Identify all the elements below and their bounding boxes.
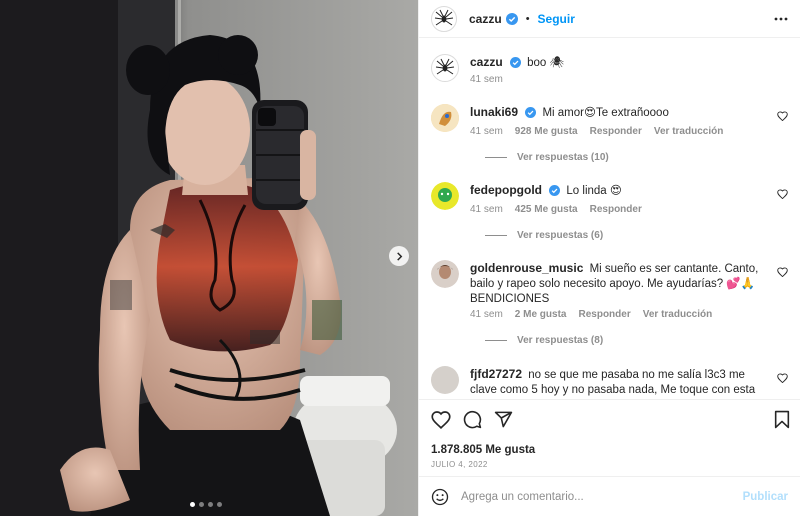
commenter-avatar[interactable] <box>431 260 459 288</box>
comment-item: fjfd27272 no se que me pasaba no me salí… <box>431 364 788 399</box>
view-replies-button[interactable]: Ver respuestas (8) <box>485 335 603 346</box>
reply-button[interactable]: Responder <box>590 126 642 137</box>
comment-time[interactable]: 41 sem <box>470 309 503 320</box>
carousel-indicator <box>190 502 222 507</box>
comment-text: Mi amor😍Te extrañoooo <box>542 107 669 119</box>
comment-input[interactable] <box>461 491 743 503</box>
spider-icon <box>435 58 455 75</box>
commenter-username[interactable]: lunaki69 <box>470 105 518 119</box>
share-icon[interactable] <box>494 410 513 429</box>
follow-button[interactable]: Seguir <box>538 12 575 26</box>
comment-meta: 41 sem 928 Me gusta Responder Ver traduc… <box>470 126 723 137</box>
translate-button[interactable]: Ver traducción <box>654 126 723 137</box>
caption-text-line: cazzu boo 🕷 <box>470 55 760 71</box>
caption: cazzu boo 🕷 41 sem <box>431 54 788 94</box>
avatar-image <box>431 104 459 132</box>
translate-button[interactable]: Ver traducción <box>643 309 712 320</box>
caption-time[interactable]: 41 sem <box>470 74 503 85</box>
commenter-avatar[interactable] <box>431 104 459 132</box>
view-replies-label: Ver respuestas (10) <box>517 152 609 163</box>
avatar-image <box>431 260 459 288</box>
comment-text-line: goldenrouse_music Mi sueño es ser cantan… <box>470 261 760 307</box>
view-replies-label: Ver respuestas (6) <box>517 230 604 241</box>
heart-icon[interactable] <box>777 373 788 383</box>
carousel-dot <box>208 502 213 507</box>
replies-line <box>485 157 507 158</box>
caption-avatar[interactable] <box>431 54 459 82</box>
commenter-username[interactable]: goldenrouse_music <box>470 261 583 275</box>
action-bar <box>429 410 792 434</box>
comment-text-line: lunaki69 Mi amor😍Te extrañoooo <box>470 105 760 121</box>
comment-text: Lo linda 😍 <box>566 185 622 197</box>
comment-likes[interactable]: 928 Me gusta <box>515 126 578 137</box>
verified-icon <box>525 107 537 119</box>
comment-time[interactable]: 41 sem <box>470 204 503 215</box>
avatar-image <box>431 182 459 210</box>
comment-meta: 41 sem 2 Me gusta Responder Ver traducci… <box>470 309 712 320</box>
verified-icon <box>505 12 518 25</box>
replies-line <box>485 235 507 236</box>
commenter-username[interactable]: fjfd27272 <box>470 367 522 381</box>
heart-icon[interactable] <box>777 189 788 199</box>
comment-text-line: fjfd27272 no se que me pasaba no me salí… <box>470 367 760 399</box>
view-replies-label: Ver respuestas (8) <box>517 335 604 346</box>
caption-meta: 41 sem <box>470 74 503 85</box>
post-media[interactable] <box>0 0 418 516</box>
chevron-right-icon <box>396 251 402 261</box>
comment-item: goldenrouse_music Mi sueño es ser cantan… <box>431 258 788 358</box>
caption-username[interactable]: cazzu <box>470 55 503 69</box>
view-replies-button[interactable]: Ver respuestas (10) <box>485 152 609 163</box>
caption-text: boo 🕷 <box>527 57 565 69</box>
comment-item: lunaki69 Mi amor😍Te extrañoooo 41 sem 92… <box>431 102 788 172</box>
carousel-dot <box>199 502 204 507</box>
comment-time[interactable]: 41 sem <box>470 126 503 137</box>
replies-line <box>485 340 507 341</box>
comment-text-line: fedepopgold Lo linda 😍 <box>470 183 760 199</box>
commenter-avatar[interactable] <box>431 366 459 394</box>
spider-icon <box>434 9 454 25</box>
post-header: cazzu • Seguir <box>419 0 800 38</box>
author-username[interactable]: cazzu <box>469 12 502 26</box>
post-date[interactable]: JULIO 4, 2022 <box>431 460 488 469</box>
publish-button[interactable]: Publicar <box>743 491 788 503</box>
post-photo <box>0 0 418 516</box>
verified-icon <box>549 185 561 197</box>
carousel-dot <box>190 502 195 507</box>
separator-dot: • <box>525 12 530 25</box>
view-replies-button[interactable]: Ver respuestas (6) <box>485 230 603 241</box>
author-avatar[interactable] <box>431 5 457 32</box>
heart-icon[interactable] <box>777 267 788 277</box>
post-sidebar: cazzu • Seguir cazzu boo 🕷 41 sem lunaki… <box>418 0 800 516</box>
more-icon[interactable] <box>774 17 788 21</box>
heart-icon[interactable] <box>777 111 788 121</box>
comment-item: fedepopgold Lo linda 😍 41 sem 425 Me gus… <box>431 180 788 250</box>
next-media-button[interactable] <box>389 246 409 266</box>
comment-meta: 41 sem 425 Me gusta Responder <box>470 204 642 215</box>
verified-icon <box>509 57 521 69</box>
comment-icon[interactable] <box>463 410 482 429</box>
reply-button[interactable]: Responder <box>578 309 630 320</box>
comment-likes[interactable]: 2 Me gusta <box>515 309 567 320</box>
commenter-username[interactable]: fedepopgold <box>470 183 542 197</box>
carousel-dot <box>217 502 222 507</box>
reply-button[interactable]: Responder <box>590 204 642 215</box>
bookmark-icon[interactable] <box>774 410 790 429</box>
commenter-avatar[interactable] <box>431 182 459 210</box>
add-comment-bar: Publicar <box>419 476 800 516</box>
heart-icon[interactable] <box>431 410 451 429</box>
likes-count[interactable]: 1.878.805 Me gusta <box>431 444 535 456</box>
post-actions: 1.878.805 Me gusta JULIO 4, 2022 Publica… <box>419 399 800 516</box>
comments-list[interactable]: cazzu boo 🕷 41 sem lunaki69 Mi amor😍Te e… <box>419 38 800 399</box>
emoji-icon[interactable] <box>431 488 449 506</box>
comment-likes[interactable]: 425 Me gusta <box>515 204 578 215</box>
